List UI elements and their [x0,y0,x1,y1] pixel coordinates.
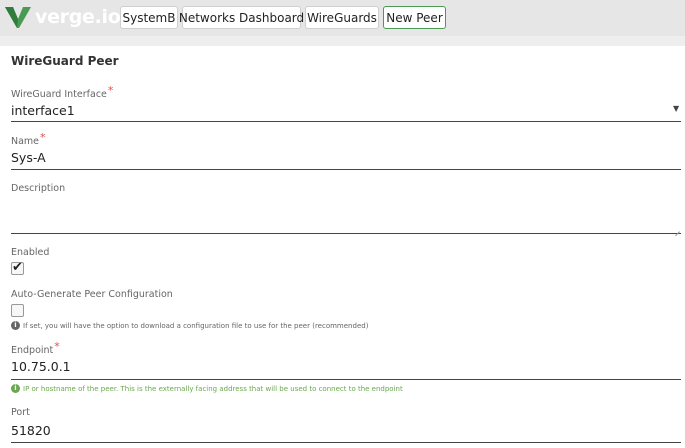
breadcrumb-networks-dashboard[interactable]: Networks Dashboard [179,6,304,29]
required-mark: * [54,340,60,353]
interface-underline [11,121,681,122]
top-bar: verge.io SystemB Networks Dashboard Wire… [0,0,685,36]
port-label: Port [11,407,30,418]
logo[interactable]: verge.io [4,4,121,30]
chevron-down-icon[interactable]: ▼ [673,104,679,113]
name-label: Name* [11,131,46,147]
auto-generate-hint: i If set, you will have the option to do… [11,321,368,330]
enabled-checkbox[interactable]: ✔ [11,260,24,275]
required-mark: * [107,84,114,97]
port-underline [11,442,681,443]
logo-text: verge.io [35,6,121,28]
description-textarea[interactable] [11,199,681,234]
enabled-label: Enabled [11,247,50,258]
section-title: WireGuard Peer [11,54,119,68]
port-input[interactable]: 51820 [11,423,51,438]
endpoint-underline [11,379,681,380]
name-underline [11,169,681,170]
interface-label: WireGuard Interface* [11,84,114,100]
breadcrumb-new-peer[interactable]: New Peer [383,6,446,29]
info-icon: i [11,384,20,393]
info-icon: i [11,321,20,330]
description-label: Description [11,183,66,194]
endpoint-label: Endpoint* [11,340,60,356]
endpoint-input[interactable]: 10.75.0.1 [11,359,71,374]
auto-generate-checkbox[interactable] [11,304,24,317]
header-divider-band [0,36,685,46]
name-input[interactable]: Sys-A [11,150,46,165]
required-mark: * [40,131,46,144]
breadcrumb-systemb[interactable]: SystemB [120,6,178,29]
auto-generate-label: Auto-Generate Peer Configuration [11,289,173,300]
verge-logo-icon [4,5,32,29]
endpoint-hint: i IP or hostname of the peer. This is th… [11,384,403,393]
resize-handle-icon[interactable] [674,226,680,232]
breadcrumb-wireguards[interactable]: WireGuards [305,6,379,29]
interface-select[interactable]: interface1 [11,103,75,118]
checkmark-icon: ✔ [12,260,23,275]
